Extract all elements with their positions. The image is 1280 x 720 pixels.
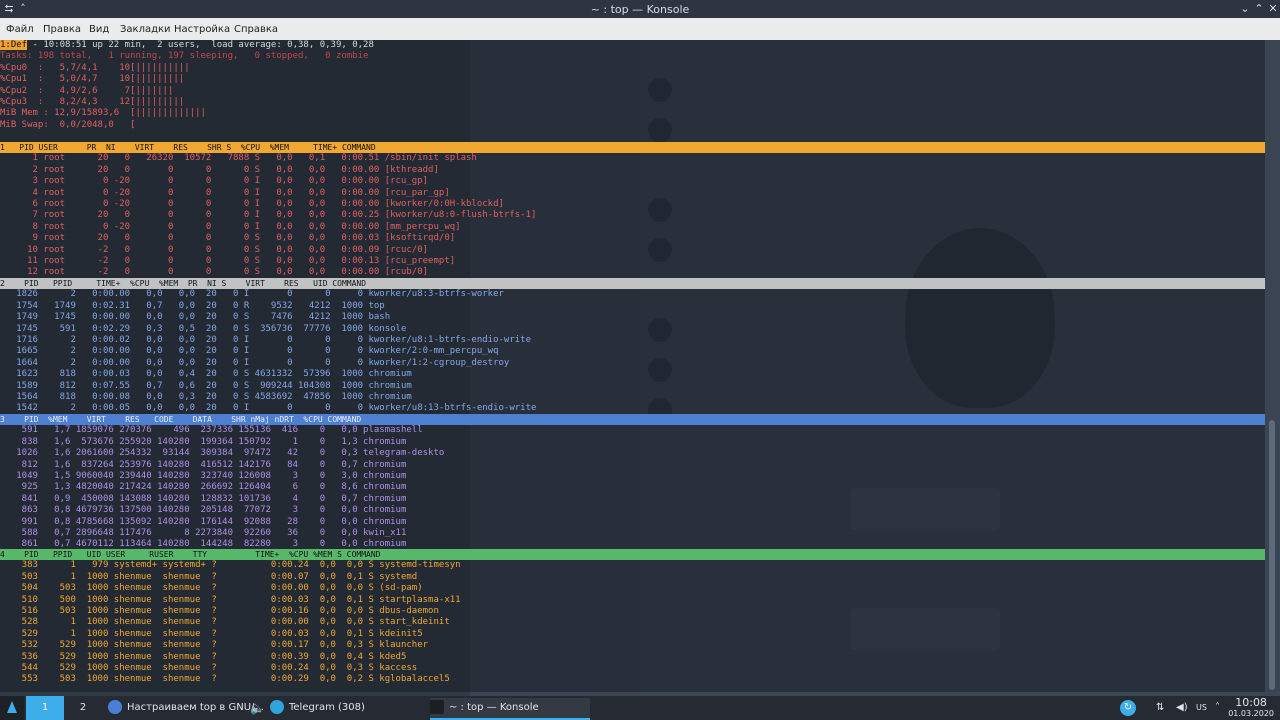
process-row: 1665 2 0:00.00 0,0 0,0 20 0 I 0 0 0 kwor…: [0, 346, 499, 357]
tasks-line: Tasks: 198 total, 1 running, 197 sleepin…: [0, 51, 369, 62]
menu-view[interactable]: Вид: [89, 24, 109, 35]
section1-header: 1 PID USER PR NI VIRT RES SHR S %CPU %ME…: [0, 142, 1265, 153]
clock[interactable]: 10:08 01.03.2020: [1228, 696, 1274, 719]
process-row: 4 root 0 -20 0 0 0 I 0,0 0,0 0:00.00 [rc…: [0, 187, 450, 198]
process-row: 838 1,6 573676 255920 140280 199364 1507…: [0, 436, 407, 447]
task-konsole[interactable]: ~ : top — Konsole: [430, 698, 590, 720]
process-row: 991 0,8 4785668 135092 140280 176144 920…: [0, 516, 407, 527]
process-row: 7 root 20 0 0 0 0 I 0,0 0,0 0:00.25 [kwo…: [0, 210, 537, 221]
desktop-2-button[interactable]: 2: [64, 696, 102, 720]
cpu0-line: %Cpu0 : 5,7/4,1 10[||||||||||: [0, 62, 190, 73]
window-title: ~ : top — Konsole: [590, 3, 690, 16]
process-row: 1049 1,5 9060040 239440 140280 323740 12…: [0, 471, 407, 481]
process-row: 544 529 1000 shenmue shenmue ? 0:00.24 0…: [0, 663, 418, 673]
process-row: 383 1 979 systemd+ systemd+ ? 0:00.24 0,…: [0, 560, 461, 571]
app-launcher-button[interactable]: [0, 696, 24, 720]
process-row: 925 1,3 4820040 217424 140280 266692 126…: [0, 482, 407, 493]
clock-time: 10:08: [1235, 696, 1267, 709]
task-telegram-label: Telegram (308): [289, 702, 365, 713]
close-icon[interactable]: ✕: [1266, 2, 1280, 16]
process-row: 3 root 0 -20 0 0 0 I 0,0 0,0 0:00.00 [rc…: [0, 176, 429, 187]
swap-line: MiB Swap: 0,0/2048,0 [: [0, 119, 136, 130]
menu-bookmarks[interactable]: Закладки: [120, 24, 171, 35]
process-row: 1754 1749 0:02.31 0,7 0,0 20 0 R 9532 42…: [0, 300, 385, 311]
process-row: 1589 812 0:07.55 0,7 0,6 20 0 S 909244 1…: [0, 380, 412, 391]
uptime-text: - 10:08:51 up 22 min, 2 users, load aver…: [27, 40, 374, 50]
process-row: 1664 2 0:00.00 0,0 0,0 20 0 I 0 0 0 kwor…: [0, 357, 510, 368]
window-titlebar[interactable]: ⮀ ˄ ~ : top — Konsole ⌄ ⌃ ✕: [0, 0, 1280, 18]
process-row: 553 503 1000 shenmue shenmue ? 0:00.29 0…: [0, 674, 450, 685]
speaker-icon[interactable]: 🔈: [250, 698, 265, 718]
maximize-icon[interactable]: ⌃: [1252, 2, 1266, 16]
desktop-1-button[interactable]: 1: [26, 696, 64, 720]
menu-bar: Файл Правка Вид Закладки Настройка Справ…: [0, 18, 1280, 40]
terminal-area[interactable]: 1:Def - 10:08:51 up 22 min, 2 users, loa…: [0, 40, 1265, 692]
process-row: 510 500 1000 shenmue shenmue ? 0:00.03 0…: [0, 594, 461, 605]
process-row: 528 1 1000 shenmue shenmue ? 0:00.00 0,0…: [0, 617, 450, 628]
process-row: 6 root 0 -20 0 0 0 I 0,0 0,0 0:00.00 [kw…: [0, 199, 504, 209]
cpu1-line: %Cpu1 : 5,0/4,7 10[|||||||||: [0, 74, 185, 85]
konsole-icon: [430, 700, 444, 714]
menu-file[interactable]: Файл: [6, 24, 34, 35]
task-browser-label: Настраиваем top в GNU/...: [127, 702, 264, 713]
section3-header: 3 PID %MEM VIRT RES CODE DATA SHR nMaj n…: [0, 414, 1265, 425]
process-row: 11 root -2 0 0 0 0 S 0,0 0,0 0:00.13 [rc…: [0, 256, 456, 266]
process-row: 1826 2 0:00.00 0,0 0,0 20 0 I 0 0 0 kwor…: [0, 289, 504, 300]
process-row: 863 0,8 4679736 137500 140280 205148 770…: [0, 505, 407, 516]
task-telegram[interactable]: Telegram (308): [270, 698, 420, 718]
process-row: 503 1 1000 shenmue shenmue ? 0:00.07 0,0…: [0, 571, 418, 582]
process-row: 529 1 1000 shenmue shenmue ? 0:00.03 0,0…: [0, 628, 423, 639]
process-row: 1745 591 0:02.29 0,3 0,5 20 0 S 356736 7…: [0, 323, 407, 334]
process-row: 591 1,7 1859076 270376 496 237336 155136…: [0, 425, 423, 436]
cpu3-line: %Cpu3 : 8,2/4,3 12[|||||||||: [0, 97, 185, 107]
telegram-icon: [270, 700, 284, 714]
process-row: 588 0,7 2896648 117476 8 2273840 92260 3…: [0, 528, 407, 538]
tray-expand-icon[interactable]: ˄: [1215, 698, 1220, 718]
network-icon[interactable]: ⇅: [1156, 698, 1164, 718]
process-row: 1623 818 0:00.03 0,0 0,4 20 0 S 4631332 …: [0, 369, 412, 380]
process-row: 1716 2 0:00.02 0,0 0,0 20 0 I 0 0 0 kwor…: [0, 335, 532, 345]
top-uptime-line: 1:Def - 10:08:51 up 22 min, 2 users, loa…: [0, 40, 374, 51]
cpu2-line: %Cpu2 : 4,9/2,6 7[|||||||: [0, 85, 174, 96]
process-row: 812 1,6 837264 253976 140280 416512 1421…: [0, 459, 407, 470]
launcher-icon: [7, 701, 17, 713]
menu-edit[interactable]: Правка: [43, 24, 81, 35]
update-notifier-icon[interactable]: ↻: [1120, 700, 1136, 716]
process-row: 2 root 20 0 0 0 0 S 0,0 0,0 0:00.00 [kth…: [0, 164, 439, 175]
keyboard-layout[interactable]: US: [1196, 698, 1207, 718]
process-row: 1564 818 0:00.08 0,0 0,3 20 0 S 4583692 …: [0, 392, 412, 402]
terminal-scrollbar-thumb[interactable]: [1269, 420, 1275, 690]
process-row: 532 529 1000 shenmue shenmue ? 0:00.17 0…: [0, 640, 429, 651]
section2-header: 2 PID PPID TIME+ %CPU %MEM PR NI S VIRT …: [0, 278, 1265, 289]
minimize-icon[interactable]: ⌄: [1238, 2, 1252, 16]
process-row: 841 0,9 450008 143088 140280 128832 1017…: [0, 493, 407, 504]
taskbar: 1 2 Настраиваем top в GNU/... 🔈 Telegram…: [0, 696, 1280, 720]
process-row: 9 root 20 0 0 0 0 S 0,0 0,0 0:00.03 [kso…: [0, 233, 456, 244]
process-row: 1 root 20 0 26320 10572 7888 S 0,0 0,1 0…: [0, 153, 477, 164]
window-tag: 1:Def: [0, 40, 28, 50]
chromium-icon: [108, 700, 122, 714]
menu-settings[interactable]: Настройка: [174, 24, 230, 35]
process-row: 8 root 0 -20 0 0 0 I 0,0 0,0 0:00.00 [mm…: [0, 221, 461, 232]
volume-icon[interactable]: ◀): [1176, 698, 1188, 718]
section4-header: 4 PID PPID UID USER RUSER TTY TIME+ %CPU…: [0, 549, 1265, 560]
clock-date: 01.03.2020: [1228, 709, 1274, 718]
mem-line: MiB Mem : 12,9/15893,6 [|||||||||||||: [0, 108, 206, 119]
process-row: 1749 1745 0:00.00 0,0 0,0 20 0 S 7476 42…: [0, 312, 391, 323]
process-row: 536 529 1000 shenmue shenmue ? 0:00.39 0…: [0, 651, 407, 662]
process-row: 10 root -2 0 0 0 0 S 0,0 0,0 0:00.09 [rc…: [0, 244, 429, 255]
process-row: 1026 1,6 2061600 254332 93144 309384 974…: [0, 448, 445, 459]
process-row: 504 503 1000 shenmue shenmue ? 0:00.00 0…: [0, 583, 423, 594]
menu-help[interactable]: Справка: [234, 24, 278, 35]
task-browser[interactable]: Настраиваем top в GNU/...: [108, 698, 264, 718]
task-konsole-label: ~ : top — Konsole: [449, 702, 539, 713]
process-row: 516 503 1000 shenmue shenmue ? 0:00.16 0…: [0, 606, 439, 616]
